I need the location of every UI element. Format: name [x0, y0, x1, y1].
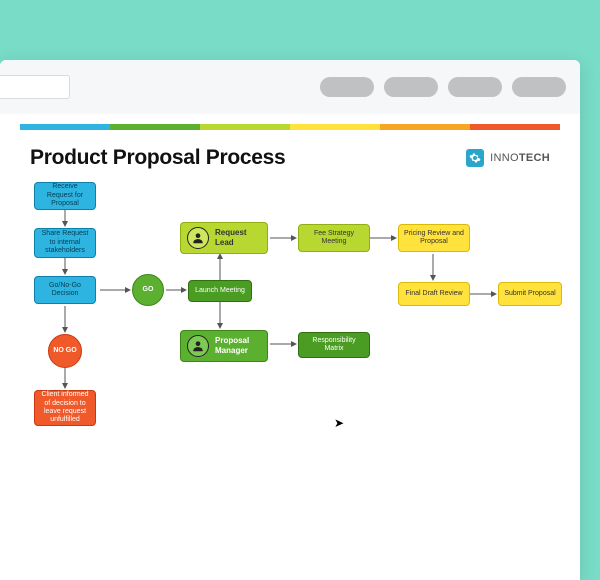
- browser-button-4[interactable]: [512, 77, 566, 97]
- browser-window: Product Proposal Process INNOTECH: [0, 60, 580, 580]
- node-label: NO GO: [53, 347, 76, 355]
- doc-header: Product Proposal Process INNOTECH: [30, 146, 550, 170]
- node-label: Receive Request for Proposal: [39, 183, 91, 208]
- node-decision[interactable]: Go/No-Go Decision: [34, 276, 96, 304]
- node-role-manager[interactable]: Proposal Manager: [180, 330, 268, 362]
- canvas-area: Product Proposal Process INNOTECH: [0, 114, 580, 540]
- node-fee[interactable]: Fee Strategy Meeting: [298, 224, 370, 252]
- browser-button-2[interactable]: [384, 77, 438, 97]
- cursor-icon: ➤: [334, 416, 344, 430]
- node-submit[interactable]: Submit Proposal: [498, 282, 562, 306]
- node-receive[interactable]: Receive Request for Proposal: [34, 182, 96, 210]
- browser-button-1[interactable]: [320, 77, 374, 97]
- flowchart: Receive Request for Proposal Share Reque…: [30, 182, 550, 522]
- node-label: Client informed of decision to leave req…: [39, 391, 91, 425]
- node-label: Proposal Manager: [215, 336, 263, 355]
- gear-icon: [466, 149, 484, 167]
- browser-button-3[interactable]: [448, 77, 502, 97]
- person-icon: [187, 335, 209, 357]
- node-final[interactable]: Final Draft Review: [398, 282, 470, 306]
- node-launch[interactable]: Launch Meeting: [188, 280, 252, 302]
- brand-logo: INNOTECH: [466, 149, 550, 167]
- node-label: Launch Meeting: [195, 287, 245, 295]
- node-label: Responsibility Matrix: [303, 337, 365, 354]
- node-label: Submit Proposal: [504, 290, 555, 298]
- browser-buttons: [320, 77, 566, 97]
- browser-chrome: [0, 60, 580, 114]
- person-icon: [187, 227, 209, 249]
- node-nogo[interactable]: NO GO: [48, 334, 82, 368]
- node-label: GO: [143, 286, 154, 294]
- address-bar[interactable]: [0, 75, 70, 99]
- document: Product Proposal Process INNOTECH: [20, 130, 560, 540]
- node-responsibility[interactable]: Responsibility Matrix: [298, 332, 370, 358]
- node-role-lead[interactable]: Request Lead: [180, 222, 268, 254]
- node-pricing[interactable]: Pricing Review and Proposal: [398, 224, 470, 252]
- node-inform[interactable]: Client informed of decision to leave req…: [34, 390, 96, 426]
- node-label: Go/No-Go Decision: [39, 282, 91, 299]
- node-label: Pricing Review and Proposal: [403, 230, 465, 247]
- node-label: Request Lead: [215, 228, 263, 247]
- page-title: Product Proposal Process: [30, 146, 285, 170]
- node-share[interactable]: Share Request to internal stakeholders: [34, 228, 96, 258]
- node-label: Fee Strategy Meeting: [303, 230, 365, 247]
- node-go[interactable]: GO: [132, 274, 164, 306]
- brand-text: INNOTECH: [490, 152, 550, 164]
- node-label: Final Draft Review: [405, 290, 462, 298]
- node-label: Share Request to internal stakeholders: [39, 230, 91, 255]
